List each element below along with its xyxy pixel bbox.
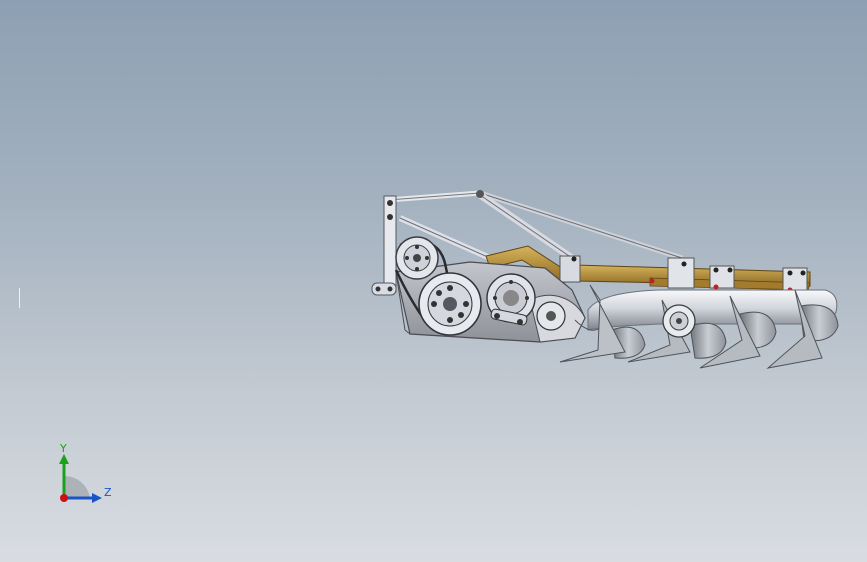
depth-wheel[interactable] — [662, 304, 696, 338]
hitch-mast[interactable] — [371, 195, 397, 296]
upper-pulley[interactable] — [395, 236, 439, 280]
z-axis-arrowhead — [92, 493, 102, 503]
z-axis-label: Z — [104, 486, 112, 499]
x-axis-dot — [60, 494, 68, 502]
triad-shading — [64, 475, 90, 498]
y-axis-label: Y — [59, 442, 67, 455]
y-axis-arrowhead — [59, 454, 69, 464]
small-sprocket[interactable] — [536, 301, 566, 331]
main-pulley[interactable] — [418, 272, 482, 336]
cultivator-3d-model[interactable] — [0, 0, 867, 562]
orientation-triad: Y Z — [59, 442, 112, 503]
graphics-viewport[interactable]: Y Z — [0, 0, 867, 562]
